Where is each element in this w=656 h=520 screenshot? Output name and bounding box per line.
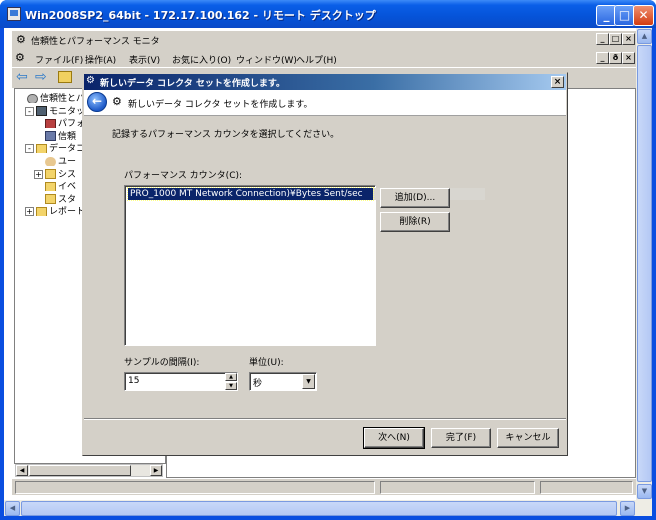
doc-minimize-button[interactable]: _	[596, 52, 609, 64]
tree-item-label: シス	[58, 169, 77, 179]
counter-list-label: パフォーマンス カウンタ(C):	[124, 171, 243, 181]
maximize-icon: □	[618, 8, 631, 22]
add-counter-button[interactable]: 追加(D)...	[380, 188, 450, 208]
mmc-title: 信頼性とパフォーマンス モニタ	[31, 37, 160, 47]
spin-up-icon[interactable]: ▲	[225, 373, 237, 381]
menu-favorites[interactable]: お気に入り(O)	[172, 53, 231, 66]
doc-close-button[interactable]: ×	[622, 52, 635, 64]
mmc-close-button[interactable]: ×	[622, 33, 635, 45]
folder-icon	[45, 169, 56, 179]
sample-interval-input[interactable]: 15	[124, 372, 238, 391]
divider	[84, 418, 566, 420]
expand-icon[interactable]: +	[25, 207, 34, 217]
tree-item-label: 信頼	[58, 131, 77, 141]
menu-view[interactable]: 表示(V)	[129, 53, 160, 66]
divider	[84, 115, 566, 116]
wizard-close-button[interactable]: ×	[551, 76, 564, 88]
remove-counter-button[interactable]: 削除(R)	[380, 212, 450, 232]
cancel-button[interactable]: キャンセル	[497, 428, 559, 448]
reliability-icon	[45, 131, 56, 141]
finish-button[interactable]: 完了(F)	[431, 428, 491, 448]
scroll-up-icon[interactable]: ▲	[637, 29, 652, 44]
perf-icon	[45, 118, 56, 129]
wizard-header-icon: ⚙	[112, 95, 122, 108]
status-cell	[380, 481, 535, 494]
mmc-app-icon: ⚙	[16, 33, 26, 46]
folder-icon	[45, 194, 56, 204]
menu-help[interactable]: ヘルプ(H)	[296, 53, 337, 66]
scrollbar-corner	[636, 500, 652, 516]
menu-action[interactable]: 操作(A)	[85, 53, 116, 66]
tree-item-label: イベ	[58, 182, 77, 192]
tree-item-label: パフォ	[58, 119, 86, 129]
tree-item-label: スタ	[58, 194, 77, 204]
user-icon	[45, 156, 56, 166]
remote-vertical-scroll-thumb[interactable]	[637, 45, 652, 482]
unit-label: 単位(U):	[249, 358, 284, 368]
scroll-right-icon[interactable]: ▶	[150, 465, 162, 476]
expand-icon[interactable]: +	[34, 169, 43, 179]
monitor-icon	[36, 106, 47, 116]
mmc-maximize-button[interactable]: □	[609, 33, 622, 45]
folder-icon	[36, 143, 47, 154]
mmc-minimize-button[interactable]: _	[596, 33, 609, 45]
tree-item-label: モニタッ	[49, 106, 86, 116]
wizard-title: 新しいデータ コレクタ セットを作成します。	[100, 79, 286, 89]
chevron-down-icon[interactable]: ▼	[302, 374, 315, 389]
wizard-back-button[interactable]: ←	[87, 92, 107, 112]
wizard-instruction: 記録するパフォーマンス カウンタを選択してください。	[112, 130, 340, 140]
menu-file[interactable]: ファイル(F)	[35, 53, 83, 66]
wizard-header-title: 新しいデータ コレクタ セットを作成します。	[128, 100, 313, 110]
forward-arrow-icon[interactable]: ⇨	[35, 69, 47, 85]
folder-icon	[45, 181, 56, 192]
remote-horizontal-scroll-thumb[interactable]	[21, 501, 617, 516]
scroll-down-icon[interactable]: ▼	[637, 484, 652, 499]
back-arrow-icon[interactable]: ⇦	[16, 69, 28, 85]
status-cell	[15, 481, 375, 494]
list-item[interactable]: PRO_1000 MT Network Connection)¥Bytes Se…	[127, 187, 374, 201]
gear-icon	[27, 93, 38, 103]
spin-down-icon[interactable]: ▼	[225, 382, 237, 390]
up-folder-icon[interactable]	[58, 71, 72, 83]
tree-item-label: レポート	[49, 207, 86, 217]
collapse-icon[interactable]: -	[25, 106, 34, 116]
maximize-button[interactable]: □	[614, 5, 635, 26]
scroll-left-icon[interactable]: ◀	[5, 501, 20, 516]
tree-item-label: ユー	[58, 157, 77, 166]
doc-restore-button[interactable]: ð	[609, 52, 622, 64]
remote-desktop-icon	[7, 7, 21, 21]
close-button[interactable]: ✕	[633, 5, 654, 26]
remote-desktop-title: Win2008SP2_64bit - 172.17.100.162 - リモート…	[25, 9, 376, 22]
performance-counter-list[interactable]	[124, 185, 376, 346]
sample-interval-label: サンプルの間隔(I):	[124, 358, 200, 368]
status-cell	[540, 481, 633, 494]
scroll-right-icon[interactable]: ▶	[620, 501, 635, 516]
scroll-left-icon[interactable]: ◀	[16, 465, 28, 476]
close-icon: ✕	[638, 8, 649, 22]
collapse-icon[interactable]: -	[25, 144, 34, 154]
tree-scroll-thumb[interactable]	[29, 465, 131, 476]
folder-icon	[36, 206, 47, 217]
next-button[interactable]: 次へ(N)	[363, 427, 425, 449]
wizard-app-icon: ⚙	[86, 75, 95, 86]
tree-item-label: データコ	[49, 144, 86, 154]
console-menu-icon[interactable]: ⚙	[15, 51, 25, 64]
menu-window[interactable]: ウィンドウ(W)	[236, 53, 297, 66]
